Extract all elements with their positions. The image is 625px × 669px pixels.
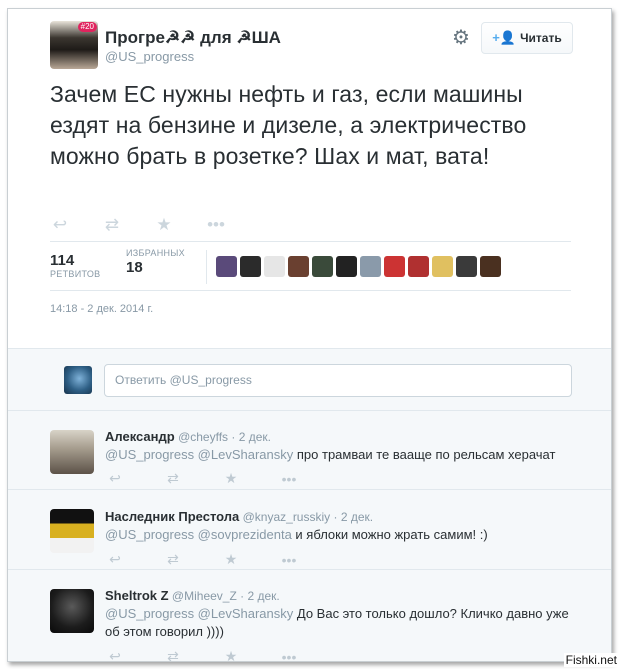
retweet-icon[interactable]: ⇄	[163, 470, 183, 487]
favoriter-avatar[interactable]	[336, 256, 357, 277]
reply-icon[interactable]: ↩	[105, 470, 125, 487]
reply-body: про трамваи те вааще по рельсам херачат	[293, 447, 556, 462]
reply-mentions[interactable]: @US_progress @sovprezidenta	[105, 527, 292, 542]
reply-text: @US_progress @sovprezidenta и яблоки мож…	[105, 526, 575, 544]
avatar-badge: #20	[77, 22, 97, 32]
retweets-stat[interactable]: 114 РЕТВИТОВ	[50, 248, 100, 279]
reply-header: Наследник Престола @knyaz_russkiy · 2 де…	[105, 509, 373, 524]
favoriter-avatar[interactable]	[480, 256, 501, 277]
reply-author-handle[interactable]: @knyaz_russkiy	[243, 510, 331, 524]
tweet-stats: 114 РЕТВИТОВ ИЗБРАННЫХ 18	[50, 241, 571, 291]
follow-button[interactable]: +👤 Читать	[481, 22, 573, 54]
reply-mentions[interactable]: @US_progress @LevSharansky	[105, 447, 293, 462]
favorites-count: 18	[126, 259, 143, 276]
add-user-icon: +👤	[492, 30, 517, 45]
more-icon[interactable]: •••	[279, 649, 299, 662]
favorite-icon[interactable]: ★	[221, 551, 241, 568]
author-avatar[interactable]: #20	[50, 21, 98, 69]
retweet-icon[interactable]: ⇄	[163, 648, 183, 661]
more-icon[interactable]: •••	[279, 471, 299, 487]
favoriter-avatar[interactable]	[312, 256, 333, 277]
retweets-label: РЕТВИТОВ	[50, 269, 101, 279]
reply-actions: ↩ ⇄ ★ •••	[105, 648, 299, 662]
tweet-actions: ↩ ⇄ ★ •••	[50, 215, 226, 235]
watermark: Fishki.net	[563, 653, 619, 667]
favorite-icon[interactable]: ★	[221, 648, 241, 661]
author-name[interactable]: Прогре☭☭ для ☭ША	[105, 28, 281, 48]
reply-time[interactable]: · 2 дек.	[240, 589, 280, 603]
favoriter-avatar[interactable]	[432, 256, 453, 277]
reply-text: @US_progress @LevSharansky До Вас это то…	[105, 605, 575, 641]
favoriter-avatars	[216, 256, 501, 277]
reply-avatar[interactable]	[50, 509, 94, 553]
favoriter-avatar[interactable]	[456, 256, 477, 277]
reply-avatar[interactable]	[50, 589, 94, 633]
favorites-stat[interactable]: ИЗБРАННЫХ 18	[126, 248, 185, 276]
favoriter-avatar[interactable]	[264, 256, 285, 277]
favorite-icon[interactable]: ★	[154, 215, 174, 235]
more-icon[interactable]: •••	[206, 215, 226, 235]
favoriter-avatar[interactable]	[384, 256, 405, 277]
favoriter-avatar[interactable]	[240, 256, 261, 277]
reply-item: Sheltrok Z @Miheev_Z · 2 дек. @US_progre…	[8, 570, 611, 662]
retweet-icon[interactable]: ⇄	[102, 215, 122, 235]
favoriter-avatar[interactable]	[216, 256, 237, 277]
gear-icon[interactable]: ⚙	[450, 27, 472, 49]
reply-icon[interactable]: ↩	[105, 648, 125, 661]
reply-item: Наследник Престола @knyaz_russkiy · 2 де…	[8, 490, 611, 570]
favorites-label: ИЗБРАННЫХ	[126, 248, 185, 258]
reply-icon[interactable]: ↩	[50, 215, 70, 235]
reply-header: Sheltrok Z @Miheev_Z · 2 дек.	[105, 588, 280, 603]
more-icon[interactable]: •••	[279, 552, 299, 568]
reply-header: Александр @cheyffs · 2 дек.	[105, 429, 271, 444]
reply-box: Ответить @US_progress	[8, 348, 611, 411]
reply-body: и яблоки можно жрать самим! :)	[291, 527, 488, 542]
reply-item: Александр @cheyffs · 2 дек. @US_progress…	[8, 411, 611, 490]
retweet-icon[interactable]: ⇄	[163, 551, 183, 568]
favoriter-avatar[interactable]	[408, 256, 429, 277]
reply-author-handle[interactable]: @Miheev_Z	[172, 589, 237, 603]
stats-divider	[206, 250, 207, 284]
follow-label: Читать	[520, 31, 562, 45]
reply-time[interactable]: · 2 дек.	[231, 430, 271, 444]
favoriter-avatar[interactable]	[360, 256, 381, 277]
reply-time[interactable]: · 2 дек.	[334, 510, 374, 524]
reply-input[interactable]: Ответить @US_progress	[104, 364, 572, 397]
reply-text: @US_progress @LevSharansky про трамваи т…	[105, 446, 575, 464]
reply-author-name[interactable]: Александр	[105, 429, 175, 444]
retweets-count: 114	[50, 252, 75, 269]
replies-list: Александр @cheyffs · 2 дек. @US_progress…	[8, 411, 611, 662]
reply-author-handle[interactable]: @cheyffs	[178, 430, 228, 444]
current-user-avatar	[64, 366, 92, 394]
reply-avatar[interactable]	[50, 430, 94, 474]
reply-actions: ↩ ⇄ ★ •••	[105, 470, 299, 487]
reply-mentions[interactable]: @US_progress @LevSharansky	[105, 606, 293, 621]
tweet-timestamp[interactable]: 14:18 - 2 дек. 2014 г.	[50, 303, 153, 315]
tweet-text: Зачем ЕС нужны нефть и газ, если машины …	[50, 81, 527, 169]
reply-actions: ↩ ⇄ ★ •••	[105, 551, 299, 568]
reply-author-name[interactable]: Sheltrok Z	[105, 588, 169, 603]
tweet-frame: #20 Прогре☭☭ для ☭ША @US_progress ⚙ +👤 Ч…	[7, 8, 612, 662]
favorite-icon[interactable]: ★	[221, 470, 241, 487]
reply-icon[interactable]: ↩	[105, 551, 125, 568]
favoriter-avatar[interactable]	[288, 256, 309, 277]
reply-author-name[interactable]: Наследник Престола	[105, 509, 239, 524]
author-handle[interactable]: @US_progress	[105, 49, 194, 64]
